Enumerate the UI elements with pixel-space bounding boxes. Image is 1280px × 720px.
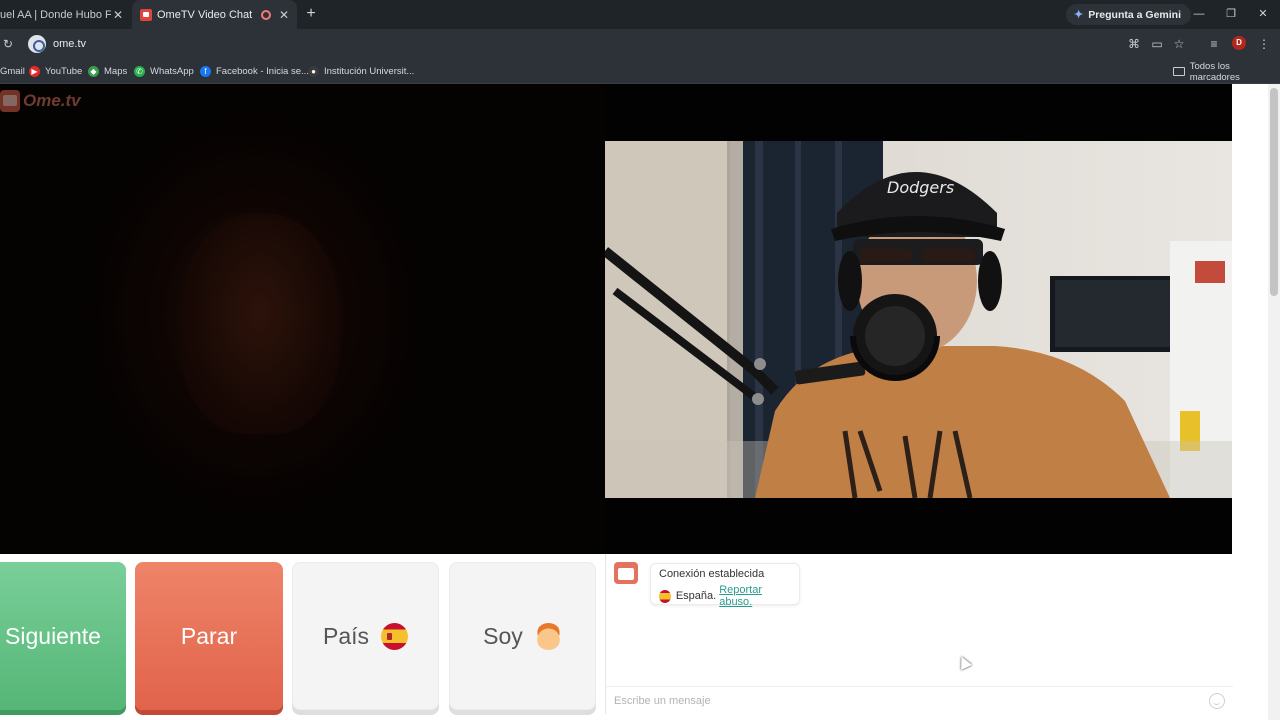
close-window-icon[interactable]: ✕ bbox=[1255, 6, 1271, 22]
reading-list-icon[interactable]: ≡ bbox=[1206, 36, 1222, 52]
gemini-label: Pregunta a Gemini bbox=[1088, 8, 1181, 21]
translate-icon[interactable]: ⌘ bbox=[1126, 36, 1142, 52]
smiley-icon[interactable] bbox=[1209, 693, 1225, 709]
stop-label: Parar bbox=[180, 622, 238, 649]
address-bar[interactable]: ome.tv bbox=[24, 31, 1194, 57]
remote-video-frame: Dodgers bbox=[605, 141, 1232, 498]
bookmark-label: Facebook - Inicia se... bbox=[216, 66, 309, 77]
next-button[interactable]: Siguiente bbox=[0, 562, 126, 710]
bookmark-maps[interactable]: ◆ Maps bbox=[88, 63, 127, 80]
svg-text:Dodgers: Dodgers bbox=[887, 178, 954, 197]
close-tab-icon[interactable]: ✕ bbox=[277, 8, 291, 22]
tab-title: OmeTV Video Chat — Ome bbox=[157, 8, 255, 21]
logo-text: Ome.tv bbox=[23, 91, 81, 110]
spain-flag-icon bbox=[659, 589, 671, 603]
bookmark-label: WhatsApp bbox=[150, 66, 194, 77]
partner-country: España. bbox=[675, 590, 717, 602]
site-info-icon[interactable] bbox=[28, 35, 46, 53]
browser-toolbar: ↻ ome.tv ⌘ ▭ ☆ ≡ ⋮ bbox=[0, 29, 1280, 59]
all-bookmarks-button[interactable]: Todos los marcadores bbox=[1173, 60, 1280, 83]
bookmarks-bar: Gmail ▶ YouTube ◆ Maps ✆ WhatsApp f Face… bbox=[0, 59, 1280, 84]
ometv-page: Ome.tv Dodgers Siguiente Parar País Soy … bbox=[0, 84, 1280, 720]
tab-donde-hubo-fuego[interactable]: uel AA | Donde Hubo Fuego ✕ bbox=[0, 0, 131, 29]
gender-button[interactable]: Soy bbox=[449, 562, 596, 710]
bookmark-star-icon[interactable]: ☆ bbox=[1171, 36, 1187, 52]
video-stage: Ome.tv Dodgers bbox=[0, 84, 1232, 554]
ometv-logo[interactable]: Ome.tv bbox=[0, 90, 81, 112]
ometv-chat-logo-icon bbox=[614, 562, 638, 584]
bookmark-youtube[interactable]: ▶ YouTube bbox=[29, 63, 82, 80]
page-scrollbar[interactable] bbox=[1268, 84, 1280, 720]
whatsapp-icon: ✆ bbox=[134, 66, 145, 77]
boy-emoji-icon bbox=[534, 622, 562, 650]
ometv-favicon-icon bbox=[140, 8, 152, 21]
text-chat-panel: Conexión establecida España. Reportar ab… bbox=[605, 554, 1233, 714]
bookmark-whatsapp[interactable]: ✆ WhatsApp bbox=[134, 63, 194, 80]
maximize-icon[interactable]: ❐ bbox=[1223, 6, 1239, 22]
menu-kebab-icon[interactable]: ⋮ bbox=[1256, 36, 1272, 52]
self-camera-video: Ome.tv bbox=[0, 84, 605, 554]
tab-title: uel AA | Donde Hubo Fuego bbox=[0, 8, 111, 21]
all-bookmarks-label: Todos los marcadores bbox=[1189, 60, 1240, 83]
recording-indicator-icon bbox=[261, 9, 271, 20]
minimize-icon[interactable]: — bbox=[1191, 6, 1207, 22]
spain-flag-icon bbox=[381, 622, 409, 650]
gemini-sparkle-icon: ✦ bbox=[1074, 9, 1084, 21]
maps-icon: ◆ bbox=[88, 66, 99, 77]
next-label: Siguiente bbox=[5, 622, 101, 649]
bookmark-institucion[interactable]: ● Institución Universit... bbox=[308, 63, 414, 80]
ask-gemini-button[interactable]: ✦ Pregunta a Gemini bbox=[1066, 4, 1191, 25]
browser-tab-bar: uel AA | Donde Hubo Fuego ✕ OmeTV Video … bbox=[0, 0, 1280, 29]
new-tab-icon[interactable]: + bbox=[302, 5, 320, 23]
tab-ometv[interactable]: OmeTV Video Chat — Ome ✕ bbox=[132, 0, 297, 29]
bookmark-label: YouTube bbox=[45, 66, 83, 77]
remote-partner-video: Dodgers bbox=[605, 141, 1232, 498]
tv-logo-icon bbox=[0, 90, 20, 112]
scrollbar-thumb[interactable] bbox=[1270, 88, 1278, 296]
gender-label: Soy bbox=[483, 622, 523, 649]
folder-icon bbox=[1173, 67, 1185, 76]
person-icon: ● bbox=[308, 66, 319, 77]
connection-status: Conexión establecida bbox=[659, 568, 765, 580]
profile-avatar[interactable]: D bbox=[1232, 36, 1246, 50]
self-camera-person bbox=[180, 214, 340, 434]
bookmark-facebook[interactable]: f Facebook - Inicia se... bbox=[200, 63, 309, 80]
cast-icon[interactable]: ▭ bbox=[1149, 36, 1165, 52]
system-message: Conexión establecida España. Reportar ab… bbox=[650, 563, 800, 608]
stop-button[interactable]: Parar bbox=[135, 562, 283, 710]
report-abuse-link[interactable]: Reportar abuso. bbox=[719, 584, 791, 608]
chat-controls: Siguiente Parar País Soy bbox=[0, 562, 605, 714]
url-text: ome.tv bbox=[53, 38, 87, 50]
reload-icon[interactable]: ↻ bbox=[0, 36, 16, 52]
facebook-icon: f bbox=[200, 66, 211, 77]
close-tab-icon[interactable]: ✕ bbox=[111, 8, 125, 22]
country-label: País bbox=[322, 622, 370, 649]
bookmark-label: Gmail bbox=[0, 66, 25, 77]
youtube-icon: ▶ bbox=[29, 66, 40, 77]
message-input-row bbox=[606, 686, 1233, 714]
bookmark-label: Institución Universit... bbox=[324, 66, 415, 77]
bookmark-gmail[interactable]: Gmail bbox=[0, 63, 25, 80]
bookmark-label: Maps bbox=[104, 66, 128, 77]
message-input[interactable] bbox=[614, 694, 1194, 707]
country-filter-button[interactable]: País bbox=[292, 562, 439, 710]
